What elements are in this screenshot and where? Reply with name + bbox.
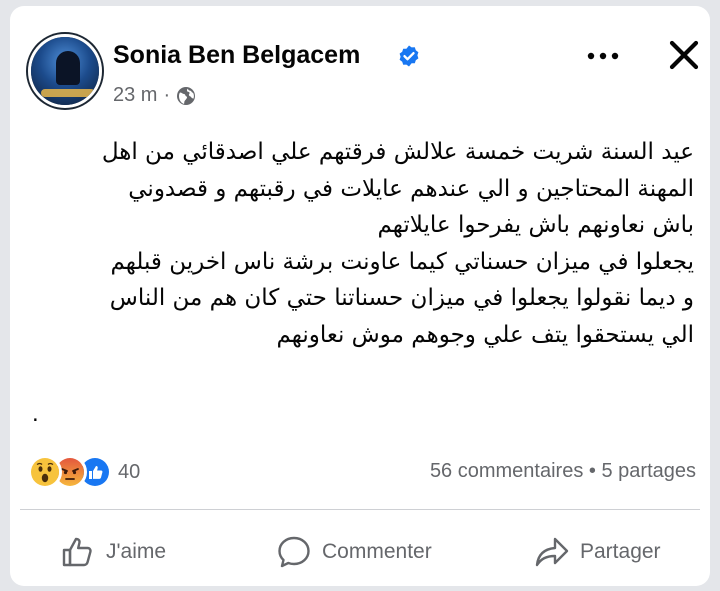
author-avatar[interactable] xyxy=(28,34,102,108)
reaction-count: 40 xyxy=(118,460,141,483)
post-trailing-dot: . xyxy=(32,400,39,427)
stats-separator: • xyxy=(588,460,596,482)
share-button[interactable]: Partager xyxy=(534,526,661,578)
avatar-figure xyxy=(56,51,80,85)
thumbs-up-icon xyxy=(62,537,92,567)
post-card: Sonia Ben Belgacem 23 m · عيد السنة شريت… xyxy=(10,6,710,586)
post-text: عيد السنة شريت خمسة علالش فرقتهم علي اصد… xyxy=(30,134,694,353)
shares-count-link[interactable]: 5 partages xyxy=(601,460,696,482)
globe-icon[interactable] xyxy=(176,86,196,106)
more-options-icon[interactable] xyxy=(583,46,623,66)
post-text-line: و ديما نقولوا يجعلوا في ميزان حسناتنا حت… xyxy=(109,285,694,311)
actions-divider xyxy=(20,509,700,510)
comment-label: Commenter xyxy=(322,540,432,563)
post-time[interactable]: 23 m xyxy=(113,84,157,107)
post-actions-bar: J'aime Commenter Partager xyxy=(10,526,710,578)
meta-separator: · xyxy=(163,84,171,106)
comment-button[interactable]: Commenter xyxy=(276,526,432,578)
share-label: Partager xyxy=(580,540,661,563)
post-text-line: باش نعاونهم باش يفرحوا عايلاتهم xyxy=(377,212,694,238)
post-text-line: يجعلوا في ميزان حسناتي كيما عاونت برشة ن… xyxy=(110,248,694,275)
reactions-summary[interactable]: 40 xyxy=(28,455,140,489)
author-name[interactable]: Sonia Ben Belgacem xyxy=(113,41,360,70)
like-label: J'aime xyxy=(106,540,167,563)
post-meta: 23 m · xyxy=(113,84,196,107)
engagement-stats: 56 commentaires • 5 partages xyxy=(430,460,696,483)
comment-icon xyxy=(278,536,310,568)
avatar-caption xyxy=(41,89,95,97)
close-icon[interactable] xyxy=(666,37,702,73)
post-text-line: المهنة المحتاجين و الي عندهم عايلات في ر… xyxy=(128,175,694,202)
verified-badge-icon xyxy=(399,45,419,67)
post-text-line: عيد السنة شريت خمسة علالش فرقتهم علي اصد… xyxy=(101,139,694,165)
post-text-line: الي يستحقوا يتف علي وجوهم موش نعاونهم xyxy=(276,321,694,348)
like-button[interactable]: J'aime xyxy=(60,526,166,578)
wow-reaction-icon xyxy=(28,455,62,489)
share-icon xyxy=(535,537,569,567)
comments-count-link[interactable]: 56 commentaires xyxy=(430,460,583,482)
